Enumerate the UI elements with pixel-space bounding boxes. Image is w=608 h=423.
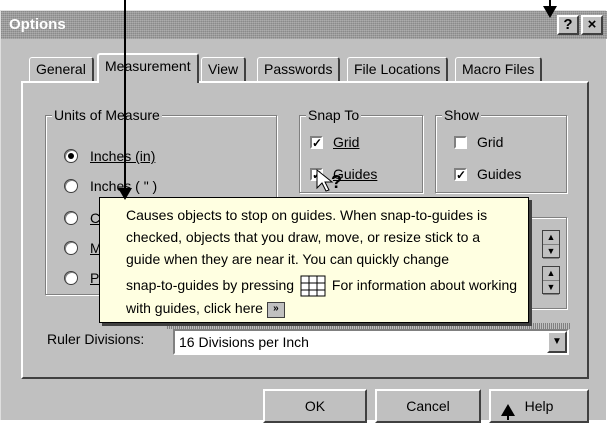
show-group: Show Grid ✓ Guides	[435, 107, 567, 193]
checkbox-label: Grid	[477, 134, 504, 150]
spinner-2[interactable]: ▲ ▼	[542, 266, 560, 295]
checkbox-label: Guides	[477, 166, 522, 182]
callout-line	[124, 0, 126, 196]
show-guides-checkbox[interactable]: ✓ Guides	[454, 164, 521, 184]
spin-down-icon[interactable]: ▼	[543, 281, 559, 295]
checkbox-icon[interactable]	[454, 135, 467, 149]
help-tooltip: Causes objects to stop on guides. When s…	[99, 197, 529, 323]
spin-down-icon[interactable]: ▼	[543, 245, 559, 259]
snap-grid-checkbox[interactable]: ✓ Grid	[310, 132, 359, 152]
help-cursor-icon: ?	[316, 168, 342, 192]
units-legend: Units of Measure	[52, 107, 162, 123]
callout-arrow-icon	[543, 6, 557, 18]
checkmark-icon[interactable]: ✓	[310, 135, 323, 149]
show-grid-checkbox[interactable]: Grid	[454, 132, 503, 152]
chevron-down-icon[interactable]: ▼	[547, 331, 567, 353]
tab-file-locations[interactable]: File Locations	[347, 57, 449, 81]
ruler-divisions-value: 16 Divisions per Inch	[179, 334, 309, 350]
cancel-button[interactable]: Cancel	[375, 389, 481, 423]
tab-passwords[interactable]: Passwords	[257, 57, 341, 81]
spinner-1[interactable]: ▲ ▼	[542, 230, 560, 259]
title-bar[interactable]: Options ? ×	[1, 11, 607, 39]
tab-view[interactable]: View	[201, 57, 247, 81]
radio-button-icon[interactable]	[64, 179, 78, 193]
snap-to-guides-icon	[300, 275, 326, 297]
tab-macro-files[interactable]: Macro Files	[455, 57, 543, 81]
radio-button-icon[interactable]	[64, 149, 78, 163]
radio-button-icon[interactable]	[64, 241, 78, 255]
radio-label: Inches (in)	[90, 148, 156, 164]
radio-unit-m[interactable]: M	[64, 238, 102, 258]
radio-label: P	[90, 270, 100, 286]
ruler-divisions-select[interactable]: 16 Divisions per Inch ▼	[167, 323, 571, 355]
radio-button-icon[interactable]	[64, 211, 78, 225]
guides-help-link-icon[interactable]: »	[266, 301, 285, 318]
ruler-divisions-label: Ruler Divisions:	[47, 331, 145, 347]
spin-up-icon[interactable]: ▲	[543, 231, 559, 245]
radio-inches-quote[interactable]: Inches ( " )	[64, 176, 157, 196]
spin-up-icon[interactable]: ▲	[543, 267, 559, 281]
callout-arrow-icon	[501, 404, 515, 416]
radio-unit-c[interactable]: C	[64, 208, 100, 228]
snap-to-legend: Snap To	[306, 107, 362, 123]
radio-unit-p[interactable]: P	[64, 268, 99, 288]
radio-button-icon[interactable]	[64, 271, 78, 285]
tab-measurement[interactable]: Measurement	[97, 53, 199, 83]
show-legend: Show	[442, 107, 482, 123]
radio-inches-in[interactable]: Inches (in)	[64, 146, 155, 166]
svg-text:?: ?	[331, 172, 342, 192]
callout-arrow-icon	[118, 188, 132, 200]
close-button[interactable]: ×	[581, 15, 603, 35]
tooltip-text-1: Causes objects to stop on guides. When s…	[126, 207, 488, 267]
tooltip-text-2: snap-to-guides by pressing	[126, 277, 295, 293]
checkbox-label: Grid	[333, 134, 360, 150]
tab-general[interactable]: General	[29, 57, 94, 81]
context-help-button[interactable]: ?	[557, 15, 579, 35]
ok-button[interactable]: OK	[263, 389, 367, 423]
options-dialog: Options ? × General Measurement View Pas…	[0, 10, 607, 423]
checkmark-icon[interactable]: ✓	[454, 167, 467, 181]
window-title: Options	[9, 16, 66, 33]
